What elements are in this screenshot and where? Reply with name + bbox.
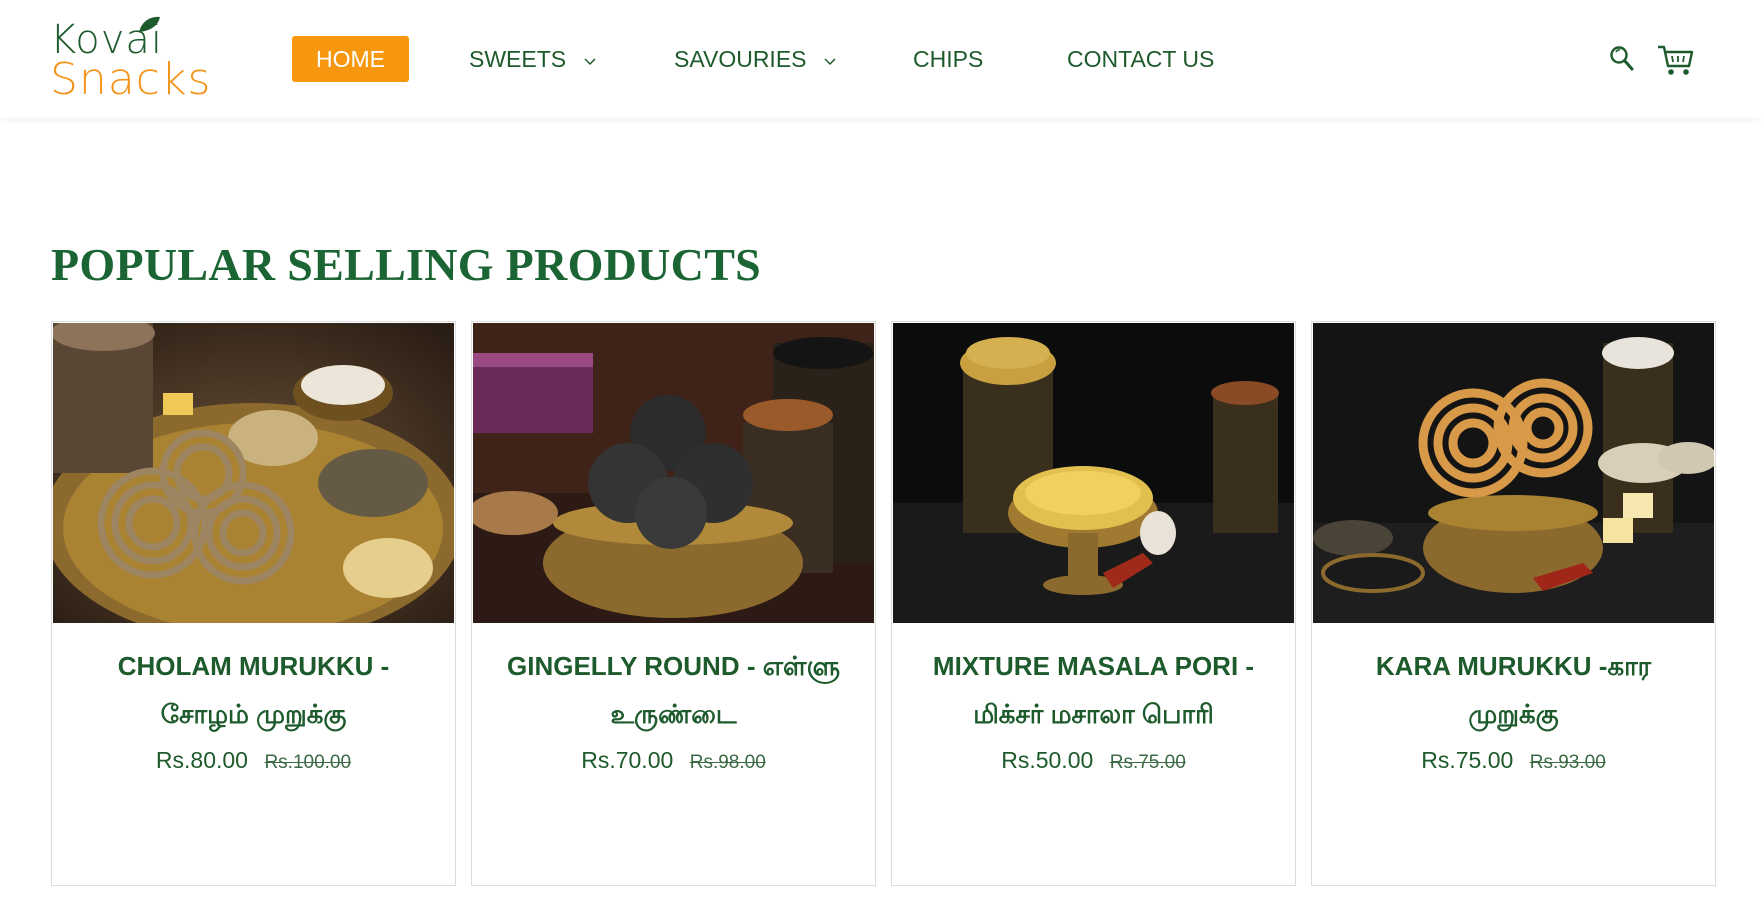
product-name[interactable]: CHOLAM MURUKKU - சோழம் முறுக்கு xyxy=(72,642,435,738)
product-card[interactable]: CHOLAM MURUKKU - சோழம் முறுக்கு Rs.80.00… xyxy=(51,321,456,886)
product-image[interactable] xyxy=(53,323,454,623)
product-price: Rs.50.00 xyxy=(1001,747,1094,773)
cart-icon[interactable] xyxy=(1656,42,1696,78)
leaf-icon xyxy=(139,16,160,32)
search-icon[interactable] xyxy=(1608,44,1636,74)
nav-home[interactable]: HOME xyxy=(292,36,409,82)
product-image[interactable] xyxy=(473,323,874,623)
brand-line2: Snacks xyxy=(50,54,212,105)
product-card[interactable]: MIXTURE MASALA PORI - மிக்சர் மசாலா பொரி… xyxy=(891,321,1296,886)
product-prices: Rs.75.00 Rs.93.00 xyxy=(1312,747,1715,774)
product-image[interactable] xyxy=(893,323,1294,623)
product-name[interactable]: MIXTURE MASALA PORI - மிக்சர் மசாலா பொரி xyxy=(912,642,1275,738)
nav-contact[interactable]: CONTACT US xyxy=(1067,36,1214,82)
product-card[interactable]: GINGELLY ROUND - எள்ளு உருண்டை Rs.70.00 … xyxy=(471,321,876,886)
product-old-price: Rs.98.00 xyxy=(689,752,766,773)
section-title: POPULAR SELLING PRODUCTS xyxy=(51,239,762,290)
product-price: Rs.70.00 xyxy=(581,747,674,773)
product-name[interactable]: KARA MURUKKU -கார முறுக்கு xyxy=(1332,642,1695,738)
product-price: Rs.80.00 xyxy=(155,747,248,773)
nav-chips[interactable]: CHIPS xyxy=(913,36,983,82)
chevron-down-icon xyxy=(583,58,596,65)
nav-savouries[interactable]: SAVOURIES xyxy=(674,36,837,82)
product-price: Rs.75.00 xyxy=(1421,747,1514,773)
site-header: Kovai Snacks HOME SWEETS SAVOURIES CHIPS… xyxy=(0,0,1761,118)
product-prices: Rs.70.00 Rs.98.00 xyxy=(472,747,875,774)
nav-chips-label: CHIPS xyxy=(913,46,984,72)
product-old-price: Rs.75.00 xyxy=(1109,752,1186,773)
product-old-price: Rs.93.00 xyxy=(1529,752,1606,773)
product-old-price: Rs.100.00 xyxy=(264,752,352,773)
nav-sweets[interactable]: SWEETS xyxy=(469,36,597,82)
brand-logo[interactable]: Kovai Snacks xyxy=(50,16,220,104)
nav-home-label: HOME xyxy=(316,46,385,72)
product-prices: Rs.80.00 Rs.100.00 xyxy=(52,747,455,774)
product-card[interactable]: KARA MURUKKU -கார முறுக்கு Rs.75.00 Rs.9… xyxy=(1311,321,1716,886)
chevron-down-icon xyxy=(824,58,836,65)
product-name[interactable]: GINGELLY ROUND - எள்ளு உருண்டை xyxy=(492,642,855,738)
product-image[interactable] xyxy=(1313,323,1714,623)
nav-sweets-label: SWEETS xyxy=(469,46,567,72)
product-prices: Rs.50.00 Rs.75.00 xyxy=(892,747,1295,774)
nav-contact-label: CONTACT US xyxy=(1067,46,1215,72)
nav-savouries-label: SAVOURIES xyxy=(674,46,807,72)
